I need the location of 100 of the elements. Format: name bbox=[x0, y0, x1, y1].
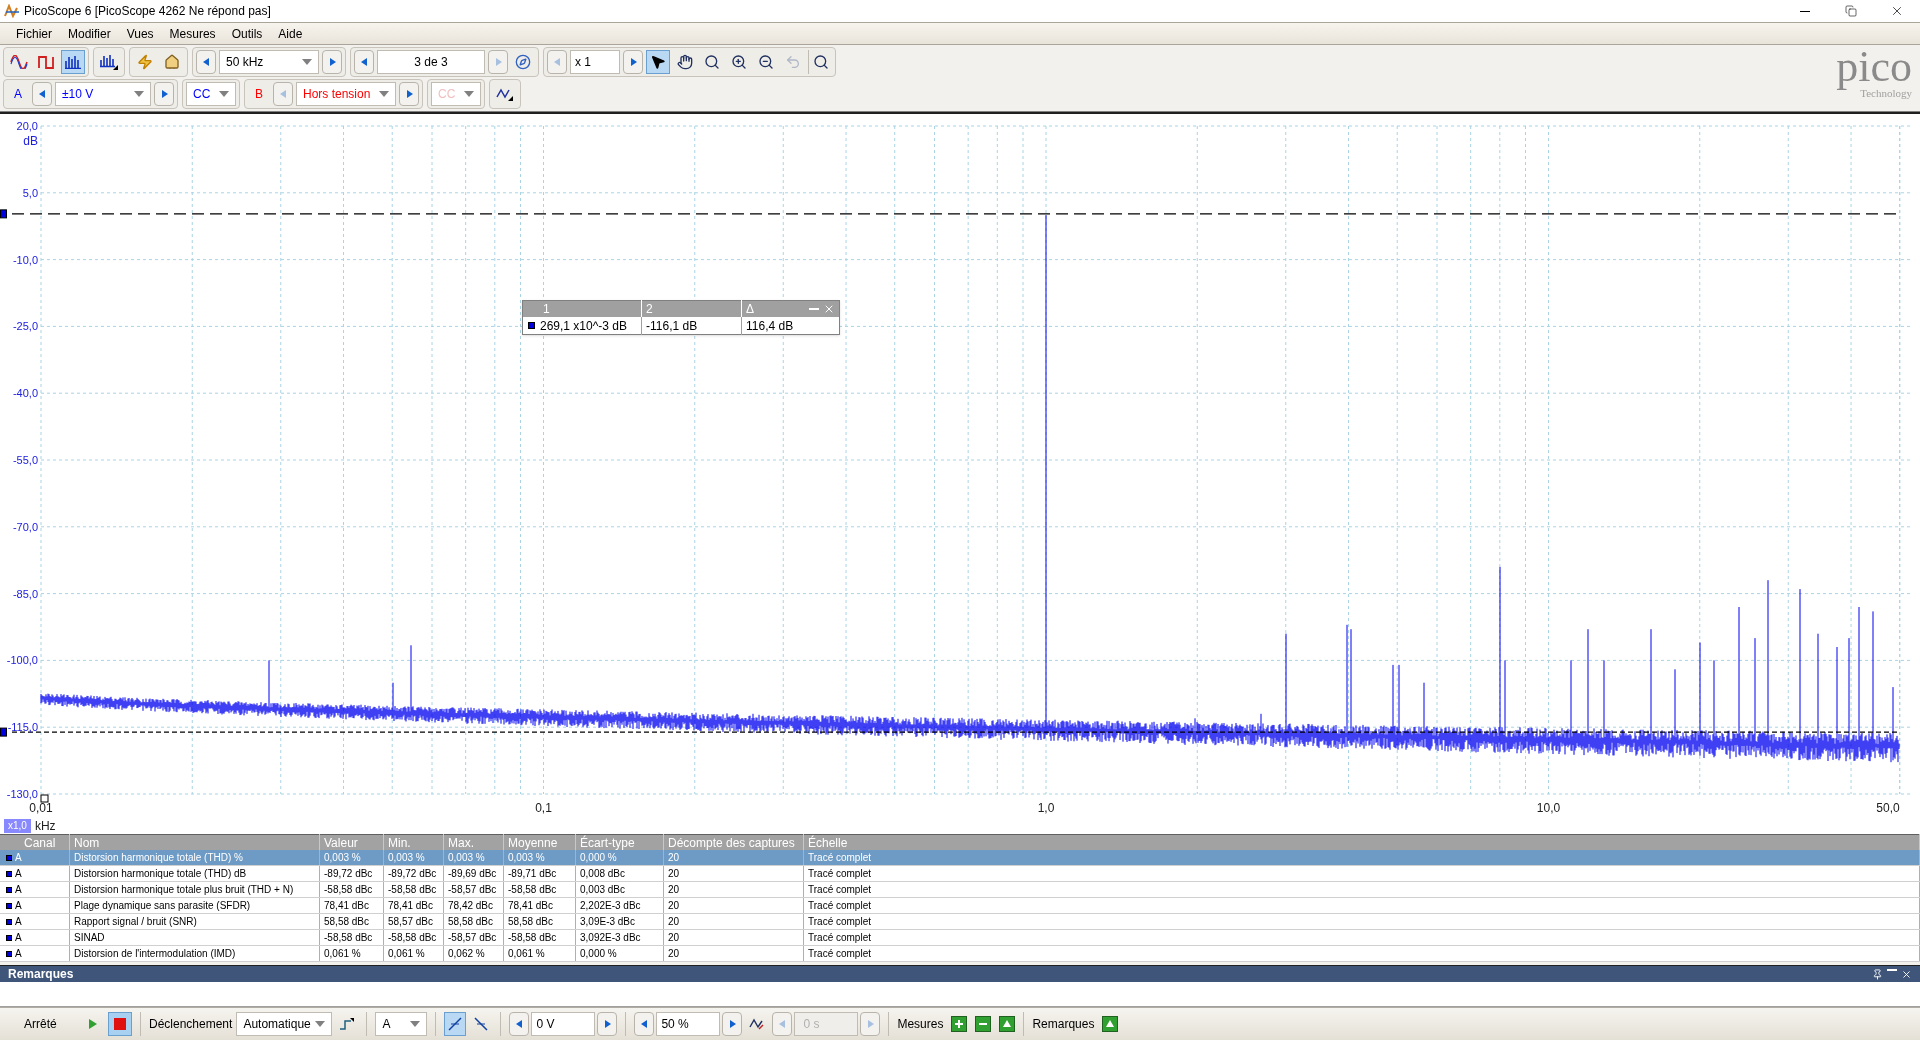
zoom-in-icon bbox=[731, 54, 747, 70]
menu-item[interactable]: Vues bbox=[118, 24, 162, 43]
zoom-factor-field[interactable]: x 1 bbox=[570, 50, 620, 74]
range-dropdown[interactable]: ±10 V bbox=[55, 82, 151, 106]
threshold-field[interactable]: 0 V bbox=[531, 1012, 596, 1036]
table-cell-text: 0,061 % bbox=[508, 947, 545, 961]
spectrum-icon bbox=[64, 55, 82, 69]
previous-button[interactable] bbox=[354, 50, 374, 74]
y-axis-label: -40,0 bbox=[12, 387, 38, 400]
hand-icon bbox=[677, 54, 693, 70]
left-arrow-icon bbox=[359, 56, 369, 68]
readout-column-header: Δ bbox=[741, 300, 801, 318]
rising-edge-button[interactable] bbox=[444, 1012, 467, 1036]
rising-edge-icon bbox=[448, 1017, 463, 1031]
next-button[interactable] bbox=[623, 50, 643, 74]
table-cell-text: A bbox=[15, 915, 22, 929]
table-cell-text: 0,000 % bbox=[580, 947, 617, 961]
menu-item[interactable]: Mesures bbox=[161, 24, 224, 43]
table-cell-text: -58,58 dBc bbox=[324, 883, 373, 897]
next-button[interactable] bbox=[597, 1012, 618, 1036]
table-cell-text: Distorsion harmonique totale (THD) % bbox=[74, 851, 243, 865]
caret-icon bbox=[410, 1021, 421, 1027]
up-arrow-icon bbox=[1105, 1019, 1116, 1029]
x-axis-label: 0,01 bbox=[29, 801, 53, 815]
cursor-handle-icon[interactable] bbox=[0, 209, 7, 219]
next-button[interactable] bbox=[722, 1012, 743, 1036]
close-icon[interactable] bbox=[1901, 968, 1912, 980]
spectrum-icon bbox=[99, 54, 119, 70]
y-axis-label: -130,0 bbox=[6, 788, 38, 800]
coupling-dropdown[interactable]: CC bbox=[186, 82, 236, 106]
left-arrow-icon bbox=[278, 88, 288, 100]
table-row[interactable]: A Distorsion de l'intermodulation (IMD) 0,061 % 0,061 % 0,062 % 0,061 % 0,000 % 20 Tracé complet bbox=[0, 946, 1920, 962]
remove-measurement-button[interactable] bbox=[975, 1016, 992, 1032]
edit-measurement-button[interactable] bbox=[999, 1016, 1016, 1032]
stop-button[interactable] bbox=[108, 1012, 132, 1036]
table-row[interactable]: A Distorsion harmonique totale plus bruit (THD + N) -58,58 dBc -58,58 dBc -58,57 dBc -58,58 dBc 0,003 dBc 20 Tracé complet bbox=[0, 882, 1920, 898]
stop-icon bbox=[114, 1018, 126, 1030]
table-row[interactable]: A SINAD -58,58 dBc -58,58 dBc -58,57 dBc -58,58 dBc 3,092E-3 dBc 20 Tracé complet bbox=[0, 930, 1920, 946]
table-cell-text: 20 bbox=[668, 851, 680, 865]
table-cell-text: Tracé complet bbox=[808, 899, 871, 913]
menu-item[interactable]: Fichier bbox=[8, 24, 60, 43]
cursor-handle-icon[interactable] bbox=[0, 727, 7, 737]
caret-icon bbox=[379, 91, 389, 97]
table-cell-text: 78,41 dBc bbox=[324, 899, 370, 913]
up-arrow-icon bbox=[1002, 1019, 1013, 1029]
next-button[interactable] bbox=[154, 82, 174, 106]
table-cell-text: 78,42 dBc bbox=[448, 899, 494, 913]
table-cell-text: 58,57 dBc bbox=[388, 915, 434, 929]
pin-icon[interactable] bbox=[1872, 968, 1883, 980]
table-cell-text: Tracé complet bbox=[808, 947, 871, 961]
y-axis-unit: dB bbox=[23, 134, 38, 148]
right-arrow-icon bbox=[159, 88, 169, 100]
table-cell-text: 20 bbox=[668, 915, 680, 929]
pointer-tool-button[interactable] bbox=[646, 50, 670, 74]
caret-icon bbox=[315, 1021, 326, 1027]
show-notes-button[interactable] bbox=[1102, 1016, 1119, 1032]
table-row[interactable]: A Rapport signal / bruit (SNR) 58,58 dBc 58,57 dBc 58,58 dBc 58,58 dBc 3,09E-3 dBc 20 Tracé complet bbox=[0, 914, 1920, 930]
menu-item[interactable]: Outils bbox=[223, 24, 271, 43]
trigger-mode-dropdown[interactable]: Automatique bbox=[236, 1012, 333, 1036]
table-cell-text: 58,58 dBc bbox=[448, 915, 494, 929]
left-arrow-icon bbox=[639, 1018, 650, 1030]
range-dropdown[interactable]: Hors tension bbox=[296, 82, 396, 106]
previous-button[interactable] bbox=[32, 82, 52, 106]
channel-marker-icon bbox=[6, 918, 12, 925]
previous-button[interactable] bbox=[509, 1012, 530, 1036]
previous-button[interactable] bbox=[196, 50, 216, 74]
left-arrow-icon bbox=[201, 56, 211, 68]
add-measurement-button[interactable] bbox=[951, 1016, 968, 1032]
channel-button[interactable]: A bbox=[7, 82, 29, 106]
trigger-source-dropdown[interactable]: A bbox=[375, 1012, 428, 1036]
table-cell-text: A bbox=[15, 883, 22, 897]
menu-item[interactable]: Aide bbox=[270, 24, 311, 43]
run-state-label: Arrêté bbox=[23, 1016, 58, 1033]
notes-label: Remarques bbox=[1032, 1016, 1095, 1033]
channel-marker-icon bbox=[6, 934, 12, 941]
next-button[interactable] bbox=[399, 82, 419, 106]
previous-button[interactable] bbox=[634, 1012, 655, 1036]
table-row[interactable]: A Distorsion harmonique totale (THD) dB -89,72 dBc -89,72 dBc -89,69 dBc -89,71 dBc 0,008 dBc 20 Tracé complet bbox=[0, 866, 1920, 882]
minimize-icon[interactable] bbox=[1887, 968, 1897, 971]
y-axis-label: -100,0 bbox=[6, 654, 38, 667]
waveform-icon bbox=[496, 87, 514, 101]
table-cell-text: 58,58 dBc bbox=[324, 915, 370, 929]
next-button[interactable] bbox=[322, 50, 342, 74]
menu-item[interactable]: Modifier bbox=[60, 24, 119, 43]
view-mode-button[interactable] bbox=[61, 50, 85, 74]
caret-icon bbox=[302, 59, 312, 65]
y-axis-label: -55,0 bbox=[12, 454, 38, 466]
table-row[interactable]: A Plage dynamique sans parasite (SFDR) 78,41 dBc 78,41 dBc 78,42 dBc 78,41 dBc 2,202E-3 dBc 20 Tracé complet bbox=[0, 898, 1920, 914]
right-arrow-icon bbox=[493, 56, 503, 68]
axis-handle-icon[interactable] bbox=[40, 794, 49, 803]
pretrigger-field[interactable]: 50 % bbox=[656, 1012, 721, 1036]
channel-marker-icon bbox=[6, 870, 12, 877]
capture-counter-field[interactable]: 3 de 3 bbox=[377, 50, 485, 74]
table-cell-text: 0,008 dBc bbox=[580, 867, 626, 881]
right-arrow-icon bbox=[602, 1018, 613, 1030]
readout-column-header: 1 bbox=[542, 301, 551, 318]
table-cell-text: A bbox=[15, 931, 22, 945]
readout-value: 269,1 x10^-3 dB bbox=[540, 317, 629, 335]
close-icon bbox=[1890, 4, 1904, 18]
timebase-dropdown[interactable]: 50 kHz bbox=[219, 50, 319, 74]
